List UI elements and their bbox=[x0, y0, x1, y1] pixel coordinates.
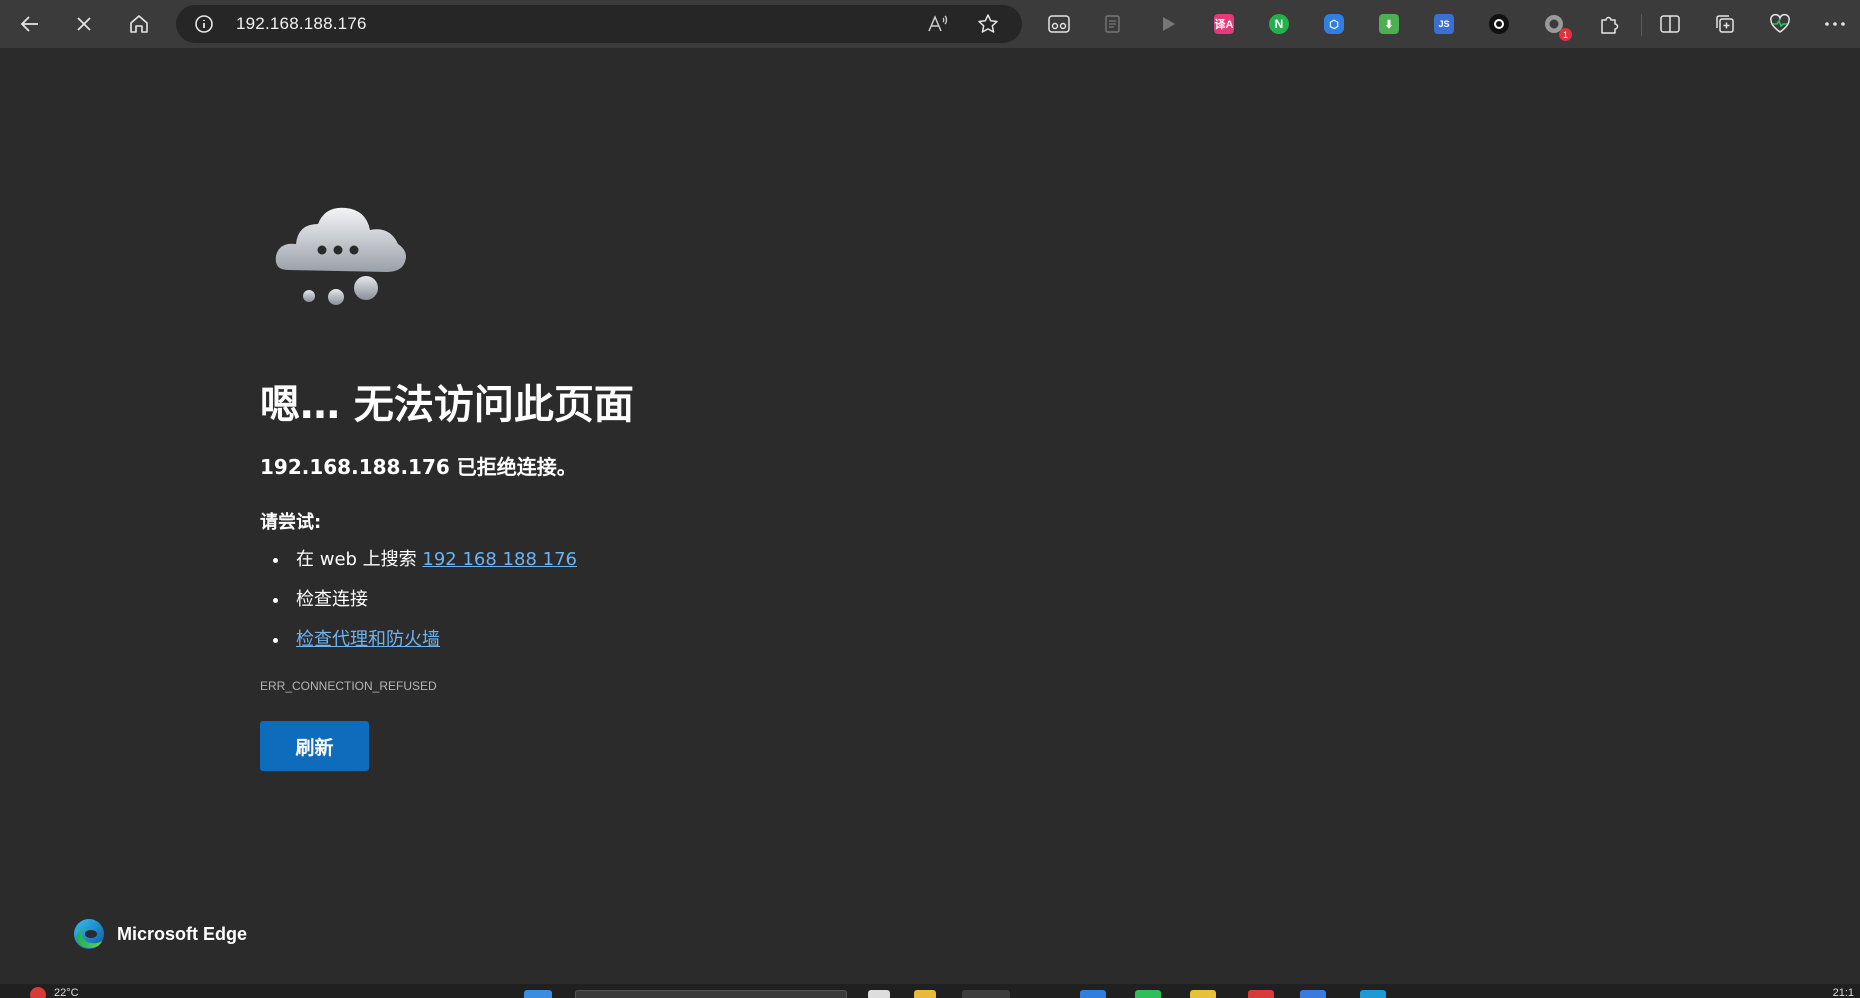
ext-immersive-reader[interactable] bbox=[1047, 12, 1071, 36]
start-icon[interactable] bbox=[524, 990, 552, 998]
more-icon bbox=[1825, 22, 1845, 26]
cube-extension-icon: ⬡ bbox=[1324, 14, 1344, 34]
puzzle-icon bbox=[1601, 16, 1619, 34]
ext-js[interactable]: JS bbox=[1432, 12, 1456, 36]
list-item: 检查代理和防火墙 bbox=[260, 623, 577, 663]
list-item: 在 web 上搜索 192 168 188 176 bbox=[260, 543, 577, 583]
search-prefix-text: 在 web 上搜索 bbox=[296, 549, 423, 570]
search-web-link[interactable]: 192 168 188 176 bbox=[422, 549, 577, 570]
n-extension-icon: N bbox=[1269, 14, 1289, 34]
ext-circle[interactable] bbox=[1487, 12, 1511, 36]
notification-badge: 1 bbox=[1559, 28, 1572, 41]
back-button[interactable] bbox=[12, 6, 48, 42]
ext-record[interactable]: 1 bbox=[1542, 12, 1572, 41]
split-screen-button[interactable] bbox=[1658, 12, 1682, 36]
error-code: ERR_CONNECTION_REFUSED bbox=[260, 679, 437, 693]
toolbar-divider bbox=[1641, 14, 1642, 36]
taskbar-app-icon[interactable] bbox=[1300, 990, 1326, 998]
error-subheading: 192.168.188.176 已拒绝连接。 bbox=[260, 455, 577, 479]
heart-pulse-icon bbox=[1770, 13, 1790, 33]
settings-more-button[interactable] bbox=[1823, 12, 1847, 36]
cloud-error-icon bbox=[275, 207, 406, 305]
try-label: 请尝试: bbox=[260, 512, 322, 533]
immersive-reader-icon bbox=[1048, 15, 1070, 33]
extensions-button[interactable] bbox=[1597, 12, 1621, 36]
taskview-icon[interactable] bbox=[868, 990, 890, 998]
ext-translate[interactable]: 译A bbox=[1212, 12, 1236, 36]
info-icon[interactable] bbox=[194, 14, 214, 34]
star-icon bbox=[978, 14, 998, 33]
browser-toolbar: 192.168.188.176 译A N ⬡ ⬇ JS 1 bbox=[0, 0, 1860, 48]
back-arrow-icon bbox=[20, 16, 38, 32]
translate-extension-icon: 译A bbox=[1214, 14, 1234, 34]
page-title: 嗯… 无法访问此页面 bbox=[260, 382, 634, 428]
edge-branding: Microsoft Edge bbox=[73, 917, 247, 951]
list-item: 检查连接 bbox=[260, 583, 577, 623]
taskbar-app-icon[interactable] bbox=[1190, 990, 1216, 998]
collections-button[interactable] bbox=[1713, 12, 1737, 36]
taskbar: 22°C 21:1 bbox=[0, 984, 1860, 998]
ext-collections-dim[interactable] bbox=[1101, 12, 1125, 36]
bullet bbox=[273, 558, 278, 563]
taskbar-app-icon[interactable] bbox=[1135, 990, 1161, 998]
favorite-button[interactable] bbox=[976, 12, 1000, 36]
weather-temp: 22°C bbox=[54, 987, 79, 998]
taskbar-app-icon[interactable] bbox=[1248, 990, 1274, 998]
js-extension-icon: JS bbox=[1434, 14, 1454, 34]
edge-logo-icon bbox=[74, 919, 104, 949]
read-aloud-button[interactable] bbox=[926, 12, 950, 36]
weather-widget[interactable]: 22°C bbox=[30, 987, 79, 998]
suggestions-list: 在 web 上搜索 192 168 188 176 检查连接 检查代理和防火墙 bbox=[260, 543, 577, 663]
collections-icon bbox=[1716, 15, 1734, 33]
refresh-button[interactable]: 刷新 bbox=[260, 721, 369, 771]
weather-icon bbox=[30, 987, 46, 998]
home-icon bbox=[130, 15, 148, 33]
address-text[interactable]: 192.168.188.176 bbox=[236, 14, 367, 34]
browser-essentials-button[interactable] bbox=[1768, 12, 1792, 36]
download-extension-icon: ⬇ bbox=[1379, 14, 1399, 34]
circle-extension-icon bbox=[1489, 14, 1509, 34]
document-icon bbox=[1105, 15, 1120, 33]
stop-loading-button[interactable] bbox=[66, 6, 102, 42]
taskbar-search[interactable] bbox=[575, 990, 847, 998]
bullet bbox=[273, 598, 278, 603]
ext-play[interactable] bbox=[1156, 12, 1180, 36]
play-icon bbox=[1163, 17, 1175, 31]
edge-taskbar-icon[interactable] bbox=[962, 990, 1010, 998]
check-proxy-firewall-link[interactable]: 检查代理和防火墙 bbox=[296, 629, 440, 650]
ext-download[interactable]: ⬇ bbox=[1377, 12, 1401, 36]
check-connection-text: 检查连接 bbox=[296, 589, 368, 610]
ext-n[interactable]: N bbox=[1267, 12, 1291, 36]
split-screen-icon bbox=[1660, 15, 1680, 33]
brand-name: Microsoft Edge bbox=[117, 923, 248, 944]
home-button[interactable] bbox=[121, 6, 157, 42]
read-aloud-icon bbox=[928, 15, 948, 32]
address-bar[interactable]: 192.168.188.176 bbox=[176, 5, 1022, 43]
close-icon bbox=[77, 17, 91, 31]
bullet bbox=[273, 638, 278, 643]
taskbar-app-icon[interactable] bbox=[1360, 990, 1386, 998]
taskbar-app-icon[interactable] bbox=[1080, 990, 1106, 998]
ext-cube[interactable]: ⬡ bbox=[1322, 12, 1346, 36]
file-explorer-icon[interactable] bbox=[914, 990, 936, 998]
clock: 21:1 bbox=[1832, 987, 1854, 998]
